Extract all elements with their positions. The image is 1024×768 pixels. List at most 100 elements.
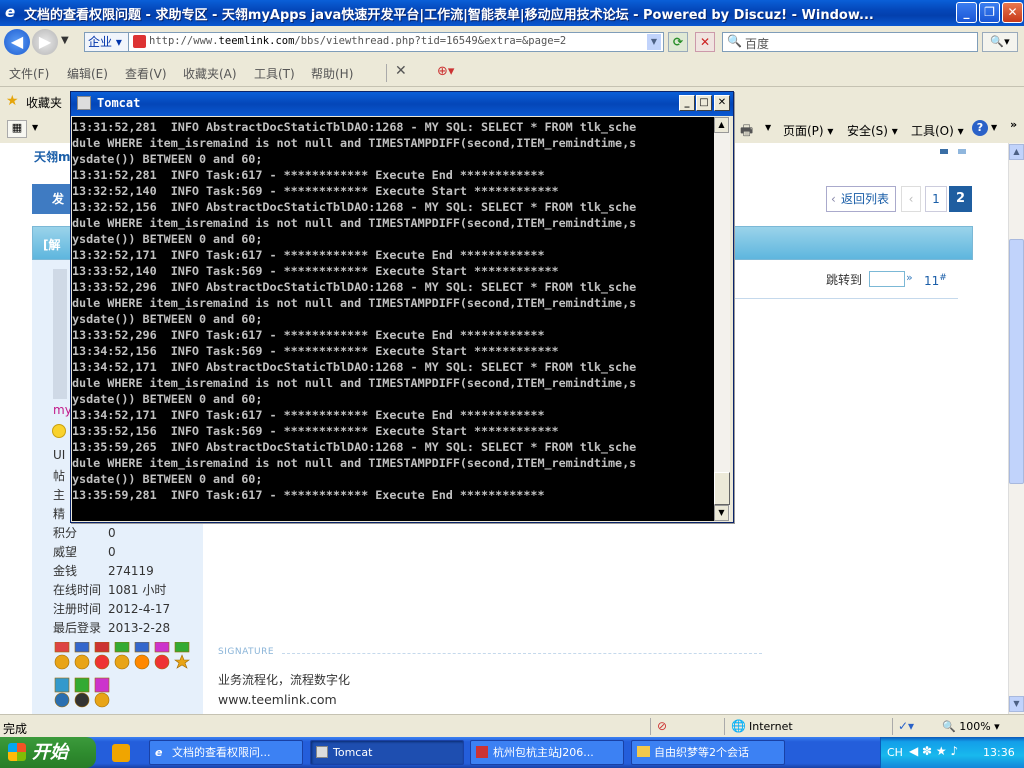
address-bar[interactable]: 企业 ▾ http://www.teemlink.com/bbs/viewthr… [84,32,664,52]
scroll-up-icon[interactable]: ▲ [714,117,729,133]
blocked-icon[interactable]: ⊘ [657,719,667,733]
zoom-control[interactable]: 🔍 100% ▾ [942,720,1000,733]
chevron-left-icon: ‹ [831,192,836,206]
tomcat-title: Tomcat [97,96,141,110]
safety-menu[interactable]: 安全(S) ▾ [847,122,898,139]
search-icon: 🔍 [727,34,742,48]
console-line: 13:31:52,281 INFO Task:617 - ***********… [72,168,545,182]
start-button[interactable]: 开始 [0,737,96,768]
console-scroll-thumb[interactable] [714,472,730,505]
scroll-down-icon[interactable]: ▼ [714,505,729,521]
menu-favorites[interactable]: 收藏夹(A) [183,65,237,82]
tomcat-minimize-button[interactable]: _ [679,95,695,111]
favorites-star-icon[interactable]: ★ [6,93,19,109]
forward-button[interactable]: ▶ [32,29,58,55]
post-number: 11# [924,273,947,288]
console-line: ysdate()) BETWEEN 0 and 60; [72,232,263,246]
console-line: dule WHERE item_isremaind is not null an… [72,296,637,310]
tools-menu[interactable]: 工具(O) ▾ [911,122,964,139]
input-language[interactable]: CH [887,746,903,759]
menu-view[interactable]: 查看(V) [125,65,167,82]
page-decor [940,149,948,154]
smiley-icon [52,424,66,438]
search-placeholder: 百度 [745,37,770,51]
console-output[interactable]: 13:31:52,281 INFO AbstractDocStaticTblDA… [72,117,714,521]
user-field-uid: UI [53,448,66,462]
jump-go-icon[interactable]: » [906,271,913,284]
signature-url: www.teemlink.com [218,692,337,707]
page-scrollbar[interactable]: ▲ ▼ [1008,143,1024,714]
console-line: 13:32:52,140 INFO Task:569 - ***********… [72,184,559,198]
chevron-more-icon[interactable]: » [1010,118,1017,131]
page-menu[interactable]: 页面(P) ▾ [783,122,833,139]
restore-button[interactable]: ❐ [979,2,1000,23]
page-menu-label: 页面(P) [783,124,824,138]
url-dropdown-icon[interactable]: ▼ [647,34,661,50]
tomcat-close-button[interactable]: ✕ [714,95,730,111]
stop-icon[interactable]: ✕ [695,32,715,52]
help-icon[interactable]: ? [972,120,988,136]
task-button-folder[interactable]: 自由织梦等2个会话 [631,740,785,765]
help-dropdown-icon[interactable]: ▼ [991,123,997,132]
menu-help[interactable]: 帮助(H) [311,65,353,82]
search-input[interactable]: 🔍 百度 [722,32,978,52]
taskbar: 开始 e 文档的查看权限问... Tomcat 杭州包杭主站J206... 自由… [0,737,1024,768]
console-line: ysdate()) BETWEEN 0 and 60; [72,312,263,326]
tabs-grid-icon[interactable]: ▦ [7,120,27,138]
url-text[interactable]: http://www.teemlink.com/bbs/viewthread.p… [149,35,566,47]
scroll-thumb[interactable] [1009,239,1024,484]
jump-page-input[interactable] [869,271,905,287]
username-link[interactable]: my [53,403,72,417]
close-toolbar-icon[interactable]: ✕ [395,63,407,79]
task-button-ie[interactable]: e 文档的查看权限问... [149,740,303,765]
browser-title-bar[interactable]: e 文档的查看权限问题 - 求助专区 - 天翎myApps java快速开发平台… [0,0,1024,26]
current-page: 2 [949,186,972,212]
system-tray: CH ◀ ✽ ★ ♪ 13:36 [880,737,1024,768]
console-line: dule WHERE item_isremaind is not null an… [72,376,637,390]
prev-page-icon[interactable]: ‹ [901,186,921,212]
task-button-tomcat[interactable]: Tomcat [310,740,464,765]
user-stat-row: 在线时间 1081 小时 [53,583,167,597]
user-field-posts: 帖 [53,469,66,483]
console-scrollbar[interactable]: ▲ ▼ [714,117,730,521]
user-field-digest: 精 [53,507,66,521]
menu-tools[interactable]: 工具(T) [254,65,295,82]
print-icon[interactable]: 🖶 [740,120,753,144]
refresh-icon[interactable]: ⟳ [668,32,688,52]
tomcat-title-bar[interactable]: Tomcat _ □ ✕ [71,92,733,116]
console-line: 13:34:52,156 INFO Task:569 - ***********… [72,344,559,358]
avatar [53,269,67,399]
back-to-list-button[interactable]: ‹ 返回列表 [826,186,896,212]
tools-menu-label: 工具(O) [911,124,954,138]
favorites-label[interactable]: 收藏夹 [26,94,62,111]
ie-icon: e [5,3,16,21]
site-link[interactable]: 天翎m [34,148,71,165]
tabs-dropdown-icon[interactable]: ▼ [32,123,38,132]
scroll-down-icon[interactable]: ▼ [1009,696,1024,712]
jump-to-label: 跳转到 [826,273,863,287]
history-dropdown-icon[interactable]: ▼ [61,35,69,46]
scroll-up-icon[interactable]: ▲ [1009,144,1024,160]
globe-icon: 🌐 [731,719,746,733]
menu-edit[interactable]: 编辑(E) [67,65,108,82]
addon-icon[interactable]: ⊕▾ [437,64,454,79]
signature-divider [282,653,762,654]
menu-file[interactable]: 文件(F) [9,65,49,82]
tray-icons[interactable]: ◀ ✽ ★ ♪ [909,744,958,758]
zone-dropdown[interactable]: 企业 ▾ [85,33,129,51]
tomcat-maximize-button[interactable]: □ [696,95,712,111]
clock[interactable]: 13:36 [983,746,1015,759]
minimize-button[interactable]: _ [956,2,977,23]
console-icon [316,746,328,758]
task-button-app[interactable]: 杭州包杭主站J206... [470,740,624,765]
security-zone[interactable]: Internet [749,720,793,733]
tomcat-window[interactable]: Tomcat _ □ ✕ 13:31:52,281 INFO AbstractD… [70,91,734,523]
protected-mode-icon[interactable]: ✓▾ [898,719,914,733]
new-post-button[interactable]: 发 [32,184,72,214]
quicklaunch-icon[interactable] [112,744,130,762]
back-button[interactable]: ◀ [4,29,30,55]
close-button[interactable]: ✕ [1002,2,1023,23]
search-go-button[interactable]: 🔍▾ [982,32,1018,52]
print-dropdown-icon[interactable]: ▼ [765,123,771,132]
page-link-1[interactable]: 1 [925,186,947,212]
